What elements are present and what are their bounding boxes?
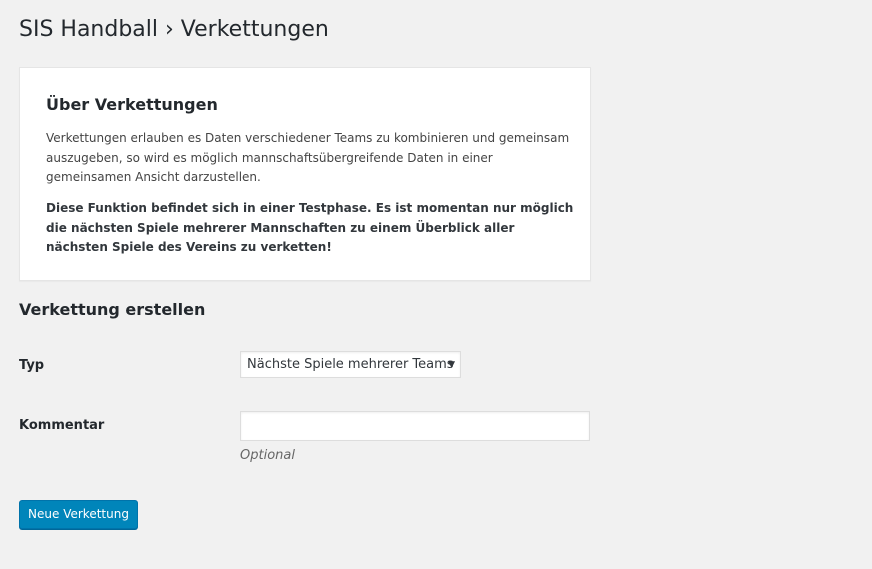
caret-down-icon: ▼ bbox=[448, 360, 455, 370]
info-card: Über Verkettungen Verkettungen erlauben … bbox=[19, 67, 591, 281]
comment-help-text: Optional bbox=[240, 448, 295, 463]
info-card-intro: Verkettungen erlauben es Daten verschied… bbox=[46, 131, 570, 184]
type-select-value: Nächste Spiele mehrerer Teams bbox=[247, 357, 454, 372]
info-card-heading: Über Verkettungen bbox=[46, 95, 218, 114]
type-label: Typ bbox=[19, 358, 45, 373]
section-title: Verkettung erstellen bbox=[19, 300, 206, 319]
type-select[interactable]: Nächste Spiele mehrerer Teams ▼ bbox=[240, 351, 461, 378]
comment-label: Kommentar bbox=[19, 418, 105, 433]
info-card-warning: Diese Funktion befindet sich in einer Te… bbox=[46, 201, 574, 254]
new-chain-button[interactable]: Neue Verkettung bbox=[19, 500, 138, 529]
comment-input[interactable] bbox=[240, 411, 590, 441]
page-title: SIS Handball › Verkettungen bbox=[19, 17, 329, 42]
